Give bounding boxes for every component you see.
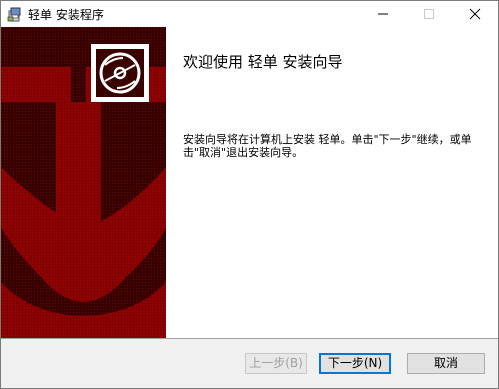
cancel-button[interactable]: 取消: [407, 353, 485, 374]
button-bar: 上一步(B) 下一步(N) 取消: [1, 338, 498, 388]
installer-package-icon: [7, 6, 23, 22]
minimize-icon: [378, 13, 388, 15]
welcome-page: 欢迎使用 轻单 安装向导 安装向导将在计算机上安装 轻单。单击"下一步"继续，或…: [1, 27, 498, 338]
installer-window: 轻单 安装程序 欢迎使用 轻单 安装向导 安装向导将在计算机上安装 轻单。单击"…: [0, 0, 499, 389]
minimize-button[interactable]: [360, 1, 406, 27]
installer-banner: [1, 27, 166, 338]
maximize-icon: [424, 9, 434, 19]
disc-icon: [91, 44, 149, 102]
maximize-button[interactable]: [406, 1, 452, 27]
back-button[interactable]: 上一步(B): [245, 353, 307, 374]
next-button[interactable]: 下一步(N): [319, 353, 391, 374]
welcome-description: 安装向导将在计算机上安装 轻单。单击"下一步"继续，或单击"取消"退出安装向导。: [183, 133, 472, 159]
close-button[interactable]: [452, 1, 498, 27]
banner-graphic: [1, 27, 166, 338]
window-title: 轻单 安装程序: [28, 8, 104, 22]
title-bar: 轻单 安装程序: [1, 1, 498, 27]
welcome-heading: 欢迎使用 轻单 安装向导: [183, 53, 343, 71]
close-icon: [469, 8, 481, 20]
